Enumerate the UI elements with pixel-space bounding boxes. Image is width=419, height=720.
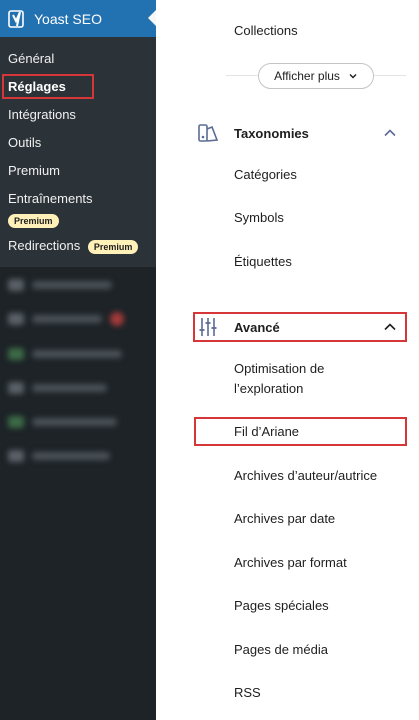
blurred-icon — [8, 382, 24, 394]
blurred-menu-row — [8, 450, 110, 462]
section-title: Taxonomies — [234, 125, 309, 141]
blurred-notification-badge — [110, 312, 124, 326]
blurred-icon — [8, 279, 24, 291]
nav-link-format-archives[interactable]: Archives par format — [234, 553, 347, 573]
settings-navigation: Collections Afficher plus Taxonomies Cat… — [156, 0, 419, 720]
menu-header-title: Yoast SEO — [34, 10, 102, 27]
yoast-logo-icon — [8, 9, 26, 29]
blurred-menu-row — [8, 279, 112, 291]
submenu-item-workouts[interactable]: Entraînements — [8, 190, 93, 208]
admin-sidebar: Yoast SEO Général Réglages Intégrations … — [0, 0, 156, 720]
taxonomy-icon — [196, 121, 220, 145]
chevron-up-icon[interactable] — [383, 126, 397, 140]
blurred-icon — [8, 348, 24, 360]
submenu-item-integrations[interactable]: Intégrations — [8, 106, 76, 124]
nav-link-label: l’exploration — [234, 381, 304, 396]
current-menu-arrow-icon — [148, 10, 156, 26]
blurred-menu-row — [8, 348, 122, 360]
workouts-premium-badge: Premium — [8, 211, 59, 229]
section-header-taxonomies[interactable]: Taxonomies — [196, 118, 411, 148]
nav-link-special-pages[interactable]: Pages spéciales — [234, 596, 329, 616]
submenu-item-general[interactable]: Général — [8, 50, 54, 68]
premium-badge: Premium — [87, 240, 139, 254]
blurred-menu-row — [8, 382, 107, 394]
premium-badge: Premium — [8, 214, 59, 228]
breadcrumbs-highlight-box — [194, 417, 407, 446]
submenu-item-label: Redirections — [8, 238, 81, 253]
nav-link-rss[interactable]: RSS — [234, 683, 261, 703]
show-more-row: Afficher plus — [226, 63, 406, 89]
blurred-menu-row — [8, 312, 124, 326]
show-more-button[interactable]: Afficher plus — [258, 63, 374, 89]
submenu-item-redirections[interactable]: Redirections Premium — [8, 237, 139, 255]
nav-link-crawl-optimization[interactable]: Optimisation de l’exploration — [234, 359, 324, 399]
nav-link-collections[interactable]: Collections — [234, 21, 298, 41]
nav-link-tags[interactable]: Étiquettes — [234, 252, 292, 272]
nav-link-media-pages[interactable]: Pages de média — [234, 640, 328, 660]
blurred-icon — [8, 450, 24, 462]
blurred-menu-row — [8, 416, 117, 428]
chevron-down-icon — [349, 74, 357, 79]
nav-link-author-archives[interactable]: Archives d’auteur/autrice — [234, 466, 377, 486]
blurred-icon — [8, 416, 24, 428]
nav-link-symbols[interactable]: Symbols — [234, 208, 284, 228]
nav-link-label: Optimisation de — [234, 361, 325, 376]
blurred-menu-items — [0, 267, 156, 472]
settings-highlight-box — [2, 74, 94, 99]
nav-link-date-archives[interactable]: Archives par date — [234, 509, 335, 529]
blurred-icon — [8, 313, 24, 325]
submenu-item-premium[interactable]: Premium — [8, 162, 60, 180]
submenu-item-tools[interactable]: Outils — [8, 134, 41, 152]
yoast-seo-menu-header[interactable]: Yoast SEO — [0, 0, 156, 37]
show-more-label: Afficher plus — [274, 69, 340, 83]
advanced-highlight-box — [193, 312, 407, 342]
yoast-submenu: Général Réglages Intégrations Outils Pre… — [0, 37, 156, 267]
nav-link-categories[interactable]: Catégories — [234, 165, 297, 185]
